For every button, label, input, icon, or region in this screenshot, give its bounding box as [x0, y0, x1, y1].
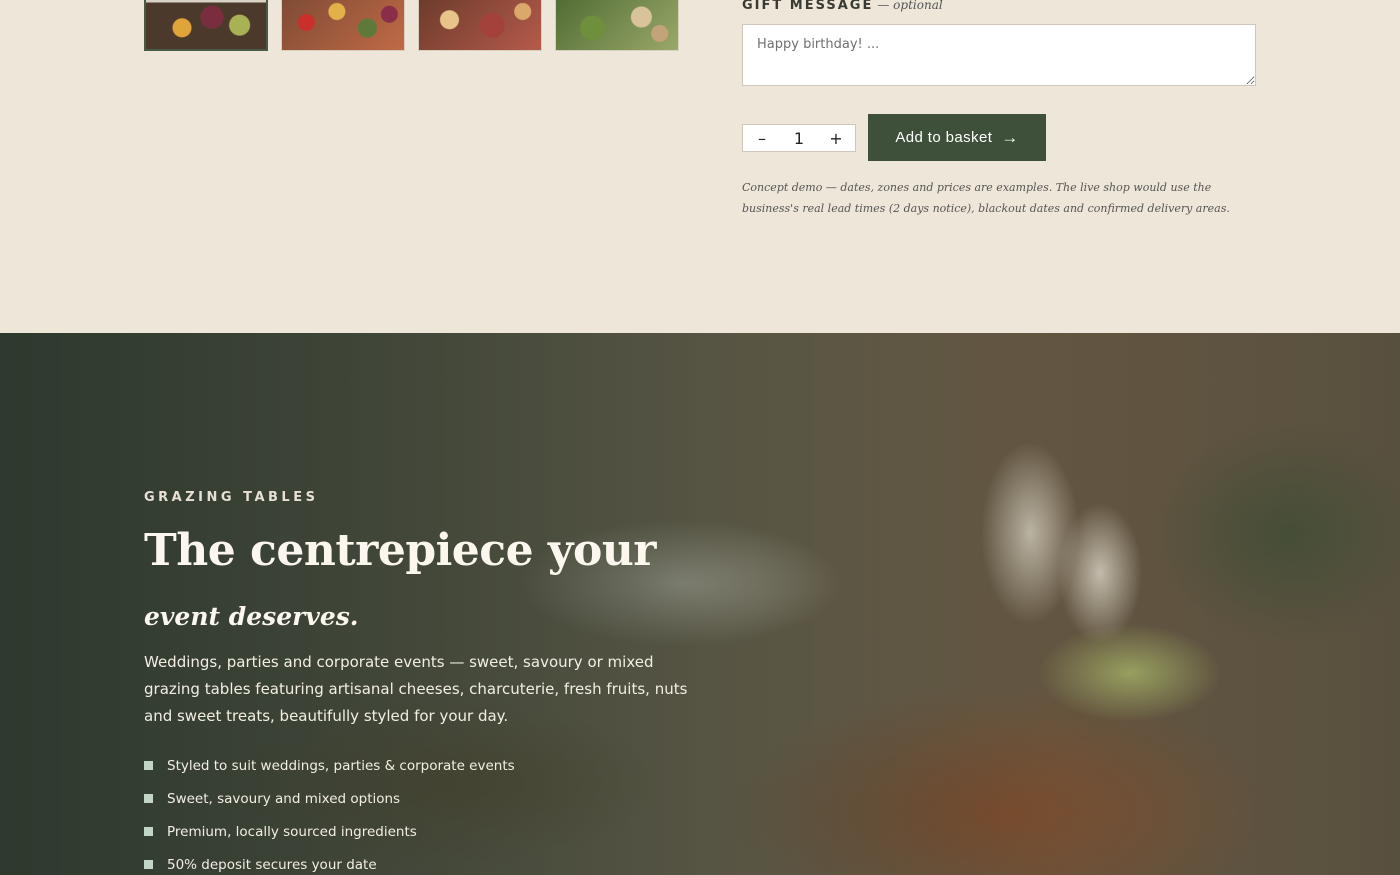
- grazing-tables-hero: GRAZING TABLES The centrepiece your even…: [0, 333, 1400, 875]
- gift-message-optional: — optional: [877, 0, 943, 12]
- product-thumbnail-3[interactable]: [418, 0, 542, 51]
- hero-eyebrow: GRAZING TABLES: [144, 490, 319, 505]
- product-thumbnail-1[interactable]: [144, 0, 268, 51]
- arrow-right-icon: →: [1001, 127, 1019, 147]
- concept-demo-note: Concept demo — dates, zones and prices a…: [742, 181, 1230, 215]
- quantity-stepper: – 1 +: [742, 124, 856, 152]
- gift-message-label-text: GIFT MESSAGE: [742, 0, 874, 13]
- add-to-basket-button[interactable]: Add to basket →: [868, 114, 1046, 161]
- bullet-square-icon: [144, 827, 153, 836]
- bullet-square-icon: [144, 794, 153, 803]
- decrease-quantity-button[interactable]: –: [753, 129, 771, 148]
- gift-message-label: GIFT MESSAGE — optional: [742, 0, 943, 13]
- list-item: Styled to suit weddings, parties & corpo…: [144, 749, 515, 782]
- hero-headline-italic: event deserves.: [144, 602, 359, 631]
- hero-feature-list: Styled to suit weddings, parties & corpo…: [144, 749, 515, 875]
- list-item: 50% deposit secures your date: [144, 848, 515, 875]
- list-item-text: Styled to suit weddings, parties & corpo…: [167, 757, 515, 774]
- list-item-text: 50% deposit secures your date: [167, 856, 377, 873]
- list-item: Sweet, savoury and mixed options: [144, 782, 515, 815]
- product-thumbnail-4[interactable]: [555, 0, 679, 51]
- bullet-square-icon: [144, 860, 153, 869]
- hero-headline: The centrepiece your event deserves.: [144, 521, 704, 647]
- product-thumbnail-2[interactable]: [281, 0, 405, 51]
- list-item: Premium, locally sourced ingredients: [144, 815, 515, 848]
- increase-quantity-button[interactable]: +: [827, 129, 845, 148]
- bullet-square-icon: [144, 761, 153, 770]
- add-to-basket-label: Add to basket: [895, 129, 993, 146]
- hero-description: Weddings, parties and corporate events —…: [144, 653, 688, 725]
- product-thumbnails: [144, 0, 679, 51]
- hero-headline-main: The centrepiece your: [144, 525, 656, 576]
- quantity-value[interactable]: 1: [794, 129, 804, 148]
- list-item-text: Premium, locally sourced ingredients: [167, 823, 417, 840]
- gift-message-input[interactable]: [742, 24, 1256, 86]
- list-item-text: Sweet, savoury and mixed options: [167, 790, 401, 807]
